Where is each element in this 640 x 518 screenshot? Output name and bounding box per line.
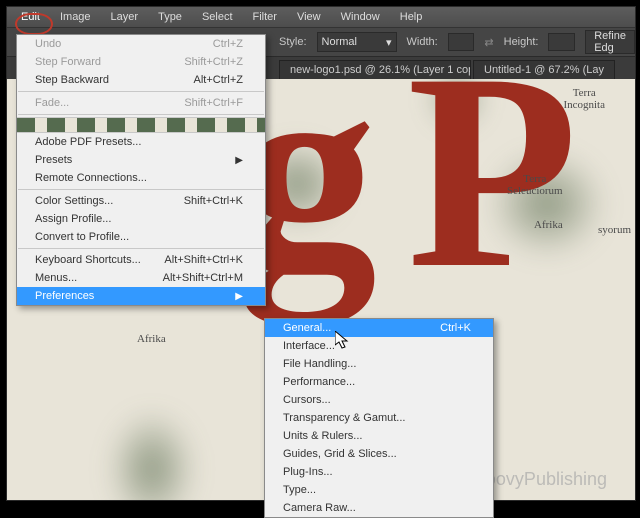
submenu-item-transparency[interactable]: Transparency & Gamut...	[265, 409, 493, 427]
preferences-submenu: General...Ctrl+K Interface... File Handl…	[264, 318, 494, 518]
submenu-item-units[interactable]: Units & Rulers...	[265, 427, 493, 445]
map-label: Terra Incognita	[563, 87, 605, 111]
menu-item-convert-profile[interactable]: Convert to Profile...	[17, 228, 265, 246]
menubar: Edit Image Layer Type Select Filter View…	[7, 7, 635, 28]
submenu-item-interface[interactable]: Interface...	[265, 337, 493, 355]
menu-layer[interactable]: Layer	[101, 9, 149, 25]
menu-item-fade[interactable]: Fade...Shift+Ctrl+F	[17, 94, 265, 112]
chevron-right-icon: ▶	[235, 291, 243, 302]
menu-item-adobe-pdf[interactable]: Adobe PDF Presets...	[17, 133, 265, 151]
menu-image[interactable]: Image	[50, 9, 101, 25]
document-tab[interactable]: Untitled-1 @ 67.2% (Lay	[473, 60, 615, 79]
submenu-item-cursors[interactable]: Cursors...	[265, 391, 493, 409]
height-label: Height:	[504, 36, 539, 48]
submenu-item-guides[interactable]: Guides, Grid & Slices...	[265, 445, 493, 463]
logo-p: P	[407, 79, 570, 332]
menu-select[interactable]: Select	[192, 9, 243, 25]
menu-item-assign-profile[interactable]: Assign Profile...	[17, 210, 265, 228]
document-tab[interactable]: new-logo1.psd @ 26.1% (Layer 1 copy, CMY…	[279, 60, 471, 79]
menu-view[interactable]: View	[287, 9, 331, 25]
map-label: Afrika	[534, 219, 563, 231]
height-field[interactable]	[548, 33, 575, 51]
menu-item-preferences[interactable]: Preferences▶	[17, 287, 265, 305]
submenu-item-plugins[interactable]: Plug-Ins...	[265, 463, 493, 481]
map-label: syorum	[598, 224, 631, 236]
menu-item-remote[interactable]: Remote Connections...	[17, 169, 265, 187]
menu-item-keyboard-shortcuts[interactable]: Keyboard Shortcuts...Alt+Shift+Ctrl+K	[17, 251, 265, 269]
chevron-right-icon: ▶	[235, 155, 243, 166]
link-icon[interactable]: ⇄	[484, 36, 493, 49]
menu-filter[interactable]: Filter	[243, 9, 287, 25]
menu-item-undo[interactable]: UndoCtrl+Z	[17, 35, 265, 53]
submenu-item-file-handling[interactable]: File Handling...	[265, 355, 493, 373]
edit-menu-dropdown: UndoCtrl+Z Step ForwardShift+Ctrl+Z Step…	[16, 34, 266, 306]
submenu-item-type[interactable]: Type...	[265, 481, 493, 499]
menu-help[interactable]: Help	[390, 9, 433, 25]
menu-type[interactable]: Type	[148, 9, 192, 25]
menu-item-menus[interactable]: Menus...Alt+Shift+Ctrl+M	[17, 269, 265, 287]
menu-item-step-forward[interactable]: Step ForwardShift+Ctrl+Z	[17, 53, 265, 71]
style-label: Style:	[279, 36, 307, 48]
menu-item-presets[interactable]: Presets▶	[17, 151, 265, 169]
submenu-item-performance[interactable]: Performance...	[265, 373, 493, 391]
map-label: Terra Seleuciorum	[507, 173, 563, 197]
width-label: Width:	[407, 36, 438, 48]
refine-edge-button[interactable]: Refine Edg	[585, 30, 635, 54]
submenu-item-camera-raw[interactable]: Camera Raw...	[265, 499, 493, 517]
menu-window[interactable]: Window	[331, 9, 390, 25]
map-label: Afrika	[137, 333, 166, 345]
menu-edit[interactable]: Edit	[11, 9, 50, 25]
submenu-item-general[interactable]: General...Ctrl+K	[265, 319, 493, 337]
chevron-down-icon: ▾	[386, 36, 392, 49]
menu-torn-edge	[17, 117, 265, 133]
menu-item-step-backward[interactable]: Step BackwardAlt+Ctrl+Z	[17, 71, 265, 89]
width-field[interactable]	[448, 33, 475, 51]
style-select[interactable]: Normal▾	[317, 32, 397, 52]
menu-item-color-settings[interactable]: Color Settings...Shift+Ctrl+K	[17, 192, 265, 210]
